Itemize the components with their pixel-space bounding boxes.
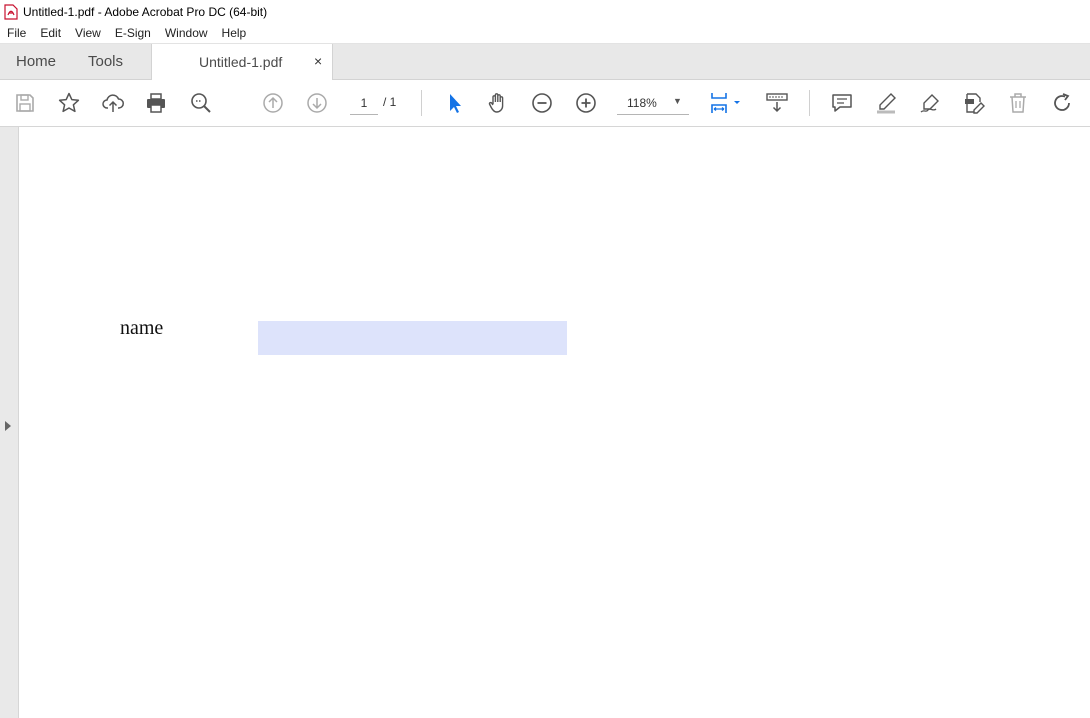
zoom-select[interactable]: 118% ▼ [617,92,689,115]
menu-window[interactable]: Window [165,26,208,40]
hand-icon[interactable] [485,90,511,116]
tab-home[interactable]: Home [16,53,56,70]
menu-file[interactable]: File [7,26,26,40]
title-bar: Untitled-1.pdf - Adobe Acrobat Pro DC (6… [0,0,1090,23]
menu-edit[interactable]: Edit [40,26,61,40]
comment-icon[interactable] [829,90,855,116]
expand-panel-icon[interactable] [5,421,11,431]
zoom-search-icon[interactable] [188,90,214,116]
menu-help[interactable]: Help [222,26,247,40]
pdf-file-icon [4,3,18,20]
zoom-value: 118% [627,96,657,110]
tab-bar: Home Tools Untitled-1.pdf × [0,44,1090,80]
name-text-field[interactable] [258,321,567,355]
tab-document[interactable]: Untitled-1.pdf × [151,44,333,80]
select-cursor-icon[interactable] [441,90,467,116]
document-page: name [19,127,1090,718]
save-icon[interactable] [12,90,38,116]
print-icon[interactable] [143,90,169,116]
upload-cloud-icon[interactable] [100,90,126,116]
scroll-mode-icon[interactable] [764,90,790,116]
tab-tools[interactable]: Tools [88,53,123,70]
page-number-input[interactable]: 1 [350,92,378,115]
tab-document-label: Untitled-1.pdf [199,54,283,70]
toolbar: 1 / 1 118% ▼ [0,80,1090,127]
close-tab-button[interactable]: × [314,53,322,69]
zoom-in-icon[interactable] [573,90,599,116]
rotate-icon[interactable] [1049,90,1075,116]
toolbar-separator [421,90,422,116]
left-navigation-rail [0,127,19,718]
zoom-out-icon[interactable] [529,90,555,116]
form-field-label: name [120,317,164,339]
page-total: / 1 [383,95,397,109]
highlight-icon[interactable] [873,90,899,116]
menu-bar: File Edit View E-Sign Window Help [0,23,1090,44]
delete-icon[interactable] [1005,90,1031,116]
menu-esign[interactable]: E-Sign [115,26,151,40]
draw-icon[interactable] [917,90,943,116]
next-page-icon[interactable] [304,90,330,116]
fit-page-icon[interactable] [708,90,744,116]
toolbar-separator [809,90,810,116]
window-title: Untitled-1.pdf - Adobe Acrobat Pro DC (6… [23,4,268,19]
sign-icon[interactable] [961,90,987,116]
menu-view[interactable]: View [75,26,101,40]
chevron-down-icon: ▼ [673,96,682,106]
prev-page-icon[interactable] [260,90,286,116]
bookmark-star-icon[interactable] [56,90,82,116]
